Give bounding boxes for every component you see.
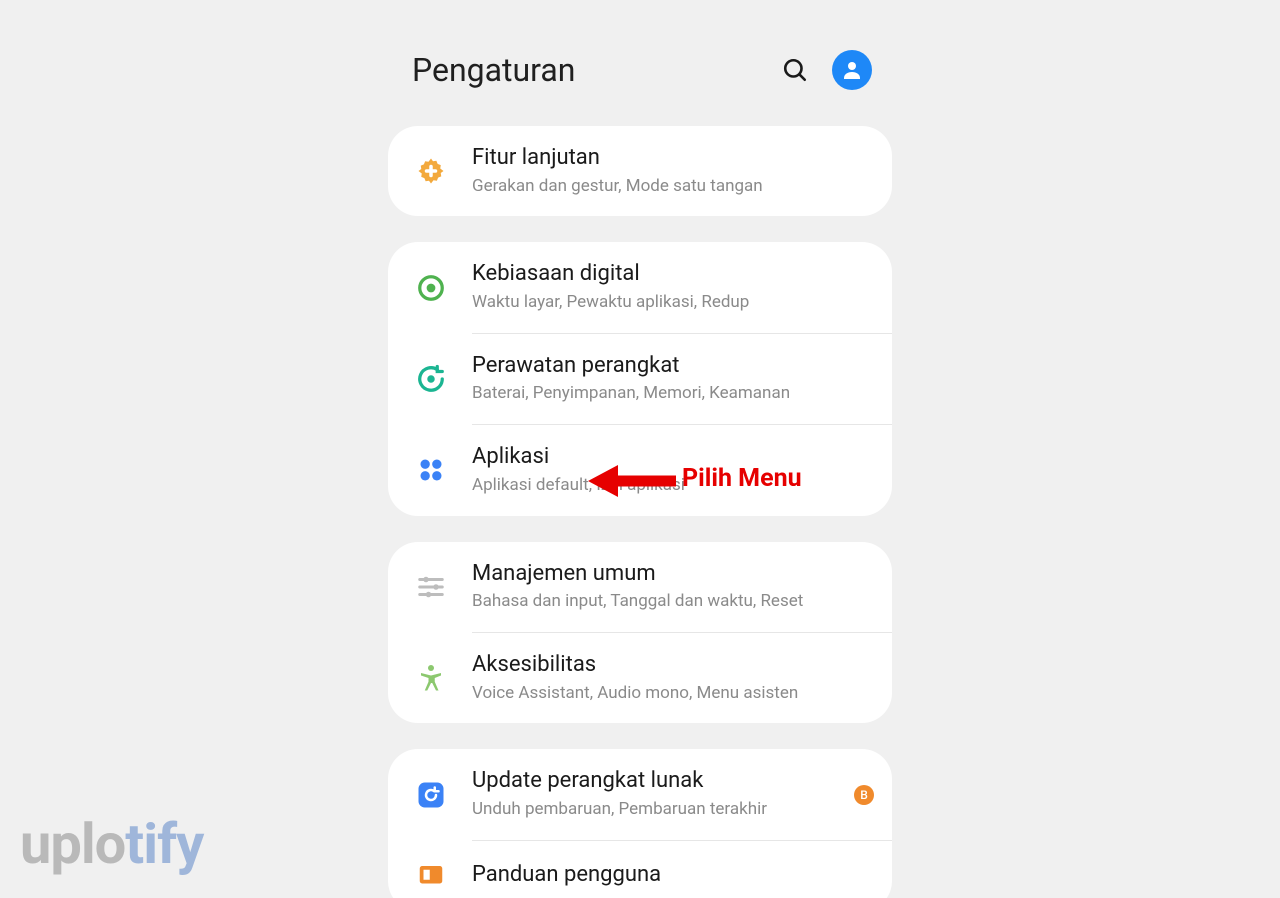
settings-item-text: Aplikasi Aplikasi default, Izin aplikasi [472, 443, 874, 497]
watermark-part2: tify [125, 811, 203, 877]
accessibility-icon [414, 661, 448, 695]
settings-item-update-perangkat-lunak[interactable]: Update perangkat lunak Unduh pembaruan, … [388, 749, 892, 839]
settings-item-perawatan-perangkat[interactable]: Perawatan perangkat Baterai, Penyimpanan… [388, 334, 892, 424]
settings-item-manajemen-umum[interactable]: Manajemen umum Bahasa dan input, Tanggal… [388, 542, 892, 632]
settings-item-subtitle: Aplikasi default, Izin aplikasi [472, 474, 874, 498]
settings-item-subtitle: Bahasa dan input, Tanggal dan waktu, Res… [472, 590, 874, 614]
settings-item-text: Aksesibilitas Voice Assistant, Audio mon… [472, 651, 874, 705]
settings-group: Manajemen umum Bahasa dan input, Tanggal… [388, 542, 892, 724]
settings-item-subtitle: Unduh pembaruan, Pembaruan terakhir [472, 798, 844, 822]
settings-item-aplikasi[interactable]: Aplikasi Aplikasi default, Izin aplikasi [388, 425, 892, 515]
settings-item-title: Aplikasi [472, 443, 874, 472]
apps-icon [414, 453, 448, 487]
settings-header: Pengaturan [388, 0, 892, 126]
guide-icon [414, 859, 448, 893]
page-title: Pengaturan [408, 51, 782, 89]
settings-item-text: Kebiasaan digital Waktu layar, Pewaktu a… [472, 260, 874, 314]
settings-item-title: Update perangkat lunak [472, 767, 844, 796]
sliders-icon [414, 570, 448, 604]
settings-item-aksesibilitas[interactable]: Aksesibilitas Voice Assistant, Audio mon… [388, 633, 892, 723]
settings-item-subtitle: Waktu layar, Pewaktu aplikasi, Redup [472, 291, 874, 315]
gear-icon [414, 154, 448, 188]
settings-item-title: Kebiasaan digital [472, 260, 874, 289]
settings-item-title: Manajemen umum [472, 560, 874, 589]
wellbeing-icon [414, 271, 448, 305]
settings-item-kebiasaan-digital[interactable]: Kebiasaan digital Waktu layar, Pewaktu a… [388, 242, 892, 332]
settings-screen: Pengaturan [388, 0, 892, 898]
settings-item-subtitle: Gerakan dan gestur, Mode satu tangan [472, 175, 874, 199]
search-icon[interactable] [782, 57, 808, 83]
settings-item-subtitle: Voice Assistant, Audio mono, Menu asiste… [472, 682, 874, 706]
account-avatar[interactable] [832, 50, 872, 90]
settings-item-panduan-pengguna[interactable]: Panduan pengguna [388, 841, 892, 898]
device-care-icon [414, 362, 448, 396]
settings-item-text: Manajemen umum Bahasa dan input, Tanggal… [472, 560, 874, 614]
settings-item-fitur-lanjutan[interactable]: Fitur lanjutan Gerakan dan gestur, Mode … [388, 126, 892, 216]
watermark-part1: uplo [20, 811, 125, 877]
settings-item-text: Fitur lanjutan Gerakan dan gestur, Mode … [472, 144, 874, 198]
settings-item-title: Perawatan perangkat [472, 352, 874, 381]
settings-item-title: Fitur lanjutan [472, 144, 874, 173]
settings-group: Fitur lanjutan Gerakan dan gestur, Mode … [388, 126, 892, 216]
settings-group: Update perangkat lunak Unduh pembaruan, … [388, 749, 892, 898]
update-icon [414, 778, 448, 812]
settings-item-title: Panduan pengguna [472, 861, 874, 890]
settings-item-title: Aksesibilitas [472, 651, 874, 680]
settings-group: Kebiasaan digital Waktu layar, Pewaktu a… [388, 242, 892, 515]
update-badge: B [854, 785, 874, 805]
settings-item-text: Panduan pengguna [472, 861, 874, 890]
header-actions [782, 50, 872, 90]
watermark: uplotify [20, 816, 203, 872]
settings-item-subtitle: Baterai, Penyimpanan, Memori, Keamanan [472, 382, 874, 406]
settings-item-text: Perawatan perangkat Baterai, Penyimpanan… [472, 352, 874, 406]
settings-item-text: Update perangkat lunak Unduh pembaruan, … [472, 767, 844, 821]
